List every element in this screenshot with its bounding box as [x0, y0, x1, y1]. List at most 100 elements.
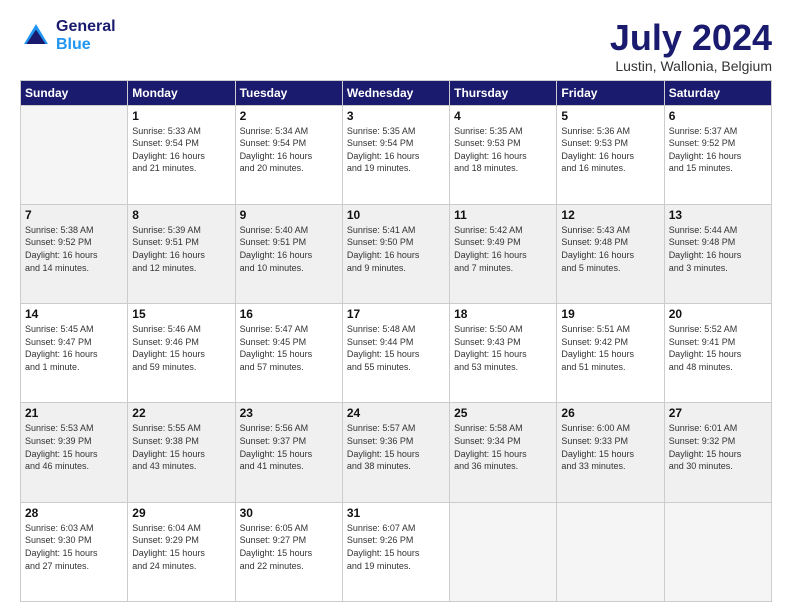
day-number: 20 — [669, 307, 767, 321]
logo-text: General Blue — [56, 18, 116, 54]
calendar: SundayMondayTuesdayWednesdayThursdayFrid… — [20, 80, 772, 602]
day-number: 24 — [347, 406, 445, 420]
day-info: Sunrise: 5:51 AM Sunset: 9:42 PM Dayligh… — [561, 323, 659, 373]
day-info: Sunrise: 6:07 AM Sunset: 9:26 PM Dayligh… — [347, 522, 445, 572]
day-info: Sunrise: 6:04 AM Sunset: 9:29 PM Dayligh… — [132, 522, 230, 572]
day-info: Sunrise: 5:44 AM Sunset: 9:48 PM Dayligh… — [669, 224, 767, 274]
day-info: Sunrise: 5:42 AM Sunset: 9:49 PM Dayligh… — [454, 224, 552, 274]
logo: General Blue — [20, 18, 116, 54]
day-info: Sunrise: 5:47 AM Sunset: 9:45 PM Dayligh… — [240, 323, 338, 373]
day-info: Sunrise: 5:58 AM Sunset: 9:34 PM Dayligh… — [454, 422, 552, 472]
day-cell: 20 Sunrise: 5:52 AM Sunset: 9:41 PM Dayli… — [664, 304, 771, 403]
day-info: Sunrise: 5:57 AM Sunset: 9:36 PM Dayligh… — [347, 422, 445, 472]
day-number: 23 — [240, 406, 338, 420]
day-info: Sunrise: 5:37 AM Sunset: 9:52 PM Dayligh… — [669, 125, 767, 175]
column-header-wednesday: Wednesday — [342, 80, 449, 105]
day-cell: 18 Sunrise: 5:50 AM Sunset: 9:43 PM Dayli… — [450, 304, 557, 403]
header: General Blue July 2024 Lustin, Wallonia,… — [20, 18, 772, 74]
day-number: 19 — [561, 307, 659, 321]
week-row-3: 14 Sunrise: 5:45 AM Sunset: 9:47 PM Dayli… — [21, 304, 772, 403]
day-info: Sunrise: 5:56 AM Sunset: 9:37 PM Dayligh… — [240, 422, 338, 472]
day-info: Sunrise: 5:35 AM Sunset: 9:54 PM Dayligh… — [347, 125, 445, 175]
day-number: 8 — [132, 208, 230, 222]
day-cell: 7Sunrise: 5:38 AM Sunset: 9:52 PM Daylig… — [21, 204, 128, 303]
day-number: 1 — [132, 109, 230, 123]
column-header-monday: Monday — [128, 80, 235, 105]
day-number: 15 — [132, 307, 230, 321]
day-info: Sunrise: 5:35 AM Sunset: 9:53 PM Dayligh… — [454, 125, 552, 175]
day-number: 13 — [669, 208, 767, 222]
day-info: Sunrise: 5:50 AM Sunset: 9:43 PM Dayligh… — [454, 323, 552, 373]
day-cell: 22Sunrise: 5:55 AM Sunset: 9:38 PM Dayli… — [128, 403, 235, 502]
day-info: Sunrise: 5:41 AM Sunset: 9:50 PM Dayligh… — [347, 224, 445, 274]
day-number: 6 — [669, 109, 767, 123]
day-info: Sunrise: 6:05 AM Sunset: 9:27 PM Dayligh… — [240, 522, 338, 572]
day-info: Sunrise: 6:00 AM Sunset: 9:33 PM Dayligh… — [561, 422, 659, 472]
day-info: Sunrise: 6:03 AM Sunset: 9:30 PM Dayligh… — [25, 522, 123, 572]
day-cell: 1 Sunrise: 5:33 AM Sunset: 9:54 PM Daylig… — [128, 105, 235, 204]
day-info: Sunrise: 5:34 AM Sunset: 9:54 PM Dayligh… — [240, 125, 338, 175]
column-header-thursday: Thursday — [450, 80, 557, 105]
day-number: 26 — [561, 406, 659, 420]
day-cell — [21, 105, 128, 204]
day-cell: 23 Sunrise: 5:56 AM Sunset: 9:37 PM Dayli… — [235, 403, 342, 502]
day-number: 16 — [240, 307, 338, 321]
day-cell: 27Sunrise: 6:01 AM Sunset: 9:32 PM Dayli… — [664, 403, 771, 502]
day-number: 10 — [347, 208, 445, 222]
day-number: 12 — [561, 208, 659, 222]
column-header-friday: Friday — [557, 80, 664, 105]
day-number: 25 — [454, 406, 552, 420]
day-cell: 15 Sunrise: 5:46 AM Sunset: 9:46 PM Dayli… — [128, 304, 235, 403]
column-header-tuesday: Tuesday — [235, 80, 342, 105]
day-number: 27 — [669, 406, 767, 420]
title-block: July 2024 Lustin, Wallonia, Belgium — [610, 18, 772, 74]
day-cell: 21 Sunrise: 5:53 AM Sunset: 9:39 PM Dayli… — [21, 403, 128, 502]
day-cell: 3Sunrise: 5:35 AM Sunset: 9:54 PM Daylig… — [342, 105, 449, 204]
week-row-1: 1 Sunrise: 5:33 AM Sunset: 9:54 PM Daylig… — [21, 105, 772, 204]
day-number: 14 — [25, 307, 123, 321]
day-number: 9 — [240, 208, 338, 222]
day-info: Sunrise: 5:43 AM Sunset: 9:48 PM Dayligh… — [561, 224, 659, 274]
day-cell: 12 Sunrise: 5:43 AM Sunset: 9:48 PM Dayli… — [557, 204, 664, 303]
day-number: 22 — [132, 406, 230, 420]
day-number: 21 — [25, 406, 123, 420]
day-info: Sunrise: 5:36 AM Sunset: 9:53 PM Dayligh… — [561, 125, 659, 175]
day-cell: 10 Sunrise: 5:41 AM Sunset: 9:50 PM Dayli… — [342, 204, 449, 303]
day-cell: 28 Sunrise: 6:03 AM Sunset: 9:30 PM Dayli… — [21, 502, 128, 601]
day-info: Sunrise: 5:53 AM Sunset: 9:39 PM Dayligh… — [25, 422, 123, 472]
day-number: 18 — [454, 307, 552, 321]
page: General Blue July 2024 Lustin, Wallonia,… — [0, 0, 792, 612]
day-info: Sunrise: 5:33 AM Sunset: 9:54 PM Dayligh… — [132, 125, 230, 175]
day-cell: 5Sunrise: 5:36 AM Sunset: 9:53 PM Daylig… — [557, 105, 664, 204]
day-cell: 14 Sunrise: 5:45 AM Sunset: 9:47 PM Dayli… — [21, 304, 128, 403]
day-cell — [557, 502, 664, 601]
day-number: 31 — [347, 506, 445, 520]
day-cell: 8 Sunrise: 5:39 AM Sunset: 9:51 PM Daylig… — [128, 204, 235, 303]
day-cell: 30Sunrise: 6:05 AM Sunset: 9:27 PM Dayli… — [235, 502, 342, 601]
day-cell: 2Sunrise: 5:34 AM Sunset: 9:54 PM Daylig… — [235, 105, 342, 204]
day-info: Sunrise: 5:48 AM Sunset: 9:44 PM Dayligh… — [347, 323, 445, 373]
logo-icon — [20, 20, 52, 52]
day-info: Sunrise: 5:45 AM Sunset: 9:47 PM Dayligh… — [25, 323, 123, 373]
day-info: Sunrise: 5:39 AM Sunset: 9:51 PM Dayligh… — [132, 224, 230, 274]
day-cell: 17 Sunrise: 5:48 AM Sunset: 9:44 PM Dayli… — [342, 304, 449, 403]
day-cell: 11Sunrise: 5:42 AM Sunset: 9:49 PM Dayli… — [450, 204, 557, 303]
day-info: Sunrise: 5:40 AM Sunset: 9:51 PM Dayligh… — [240, 224, 338, 274]
day-cell: 4 Sunrise: 5:35 AM Sunset: 9:53 PM Daylig… — [450, 105, 557, 204]
day-cell: 13 Sunrise: 5:44 AM Sunset: 9:48 PM Dayli… — [664, 204, 771, 303]
day-cell — [664, 502, 771, 601]
day-number: 4 — [454, 109, 552, 123]
day-info: Sunrise: 5:38 AM Sunset: 9:52 PM Dayligh… — [25, 224, 123, 274]
day-info: Sunrise: 5:46 AM Sunset: 9:46 PM Dayligh… — [132, 323, 230, 373]
day-number: 28 — [25, 506, 123, 520]
week-row-2: 7Sunrise: 5:38 AM Sunset: 9:52 PM Daylig… — [21, 204, 772, 303]
day-info: Sunrise: 5:52 AM Sunset: 9:41 PM Dayligh… — [669, 323, 767, 373]
location: Lustin, Wallonia, Belgium — [610, 58, 772, 74]
header-row: SundayMondayTuesdayWednesdayThursdayFrid… — [21, 80, 772, 105]
day-number: 17 — [347, 307, 445, 321]
week-row-5: 28 Sunrise: 6:03 AM Sunset: 9:30 PM Dayli… — [21, 502, 772, 601]
month-title: July 2024 — [610, 18, 772, 58]
day-cell: 24 Sunrise: 5:57 AM Sunset: 9:36 PM Dayli… — [342, 403, 449, 502]
day-number: 29 — [132, 506, 230, 520]
day-cell: 26 Sunrise: 6:00 AM Sunset: 9:33 PM Dayli… — [557, 403, 664, 502]
